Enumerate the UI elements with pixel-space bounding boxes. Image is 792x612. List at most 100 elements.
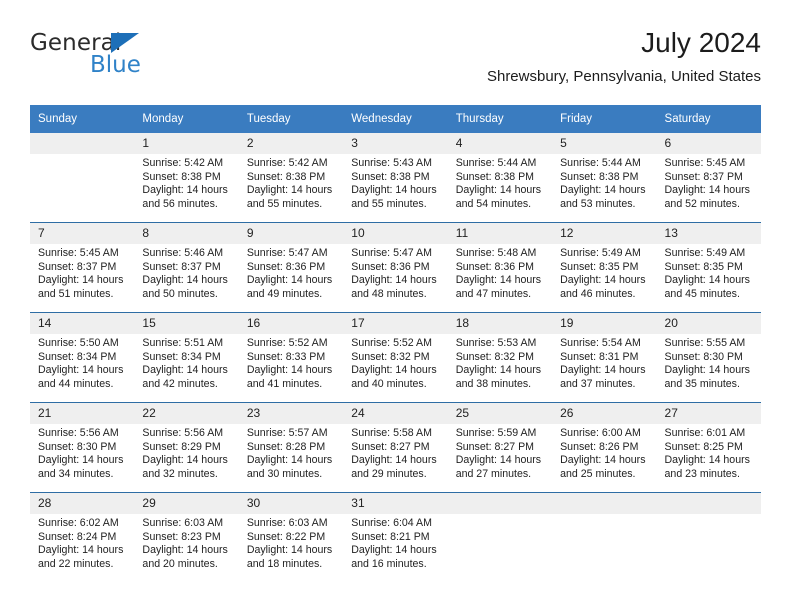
sunrise-text: Sunrise: 5:56 AM <box>142 427 224 439</box>
calendar-day-cell[interactable]: 25 Sunrise: 5:59 AM Sunset: 8:27 PM Dayligh… <box>447 402 553 493</box>
calendar-day-cell[interactable]: 11 Sunrise: 5:48 AM Sunset: 8:36 PM Dayligh… <box>447 222 553 313</box>
day-sun-info: Sunrise: 5:56 AM Sunset: 8:29 PM Daylight:… <box>134 424 238 481</box>
day-number: 2 <box>238 133 344 154</box>
day-number <box>30 133 135 154</box>
calendar-day-cell[interactable]: 26 Sunrise: 6:00 AM Sunset: 8:26 PM Dayligh… <box>552 402 657 493</box>
day-number: 11 <box>447 223 553 244</box>
sunrise-text: Sunrise: 5:52 AM <box>246 337 328 349</box>
daylight-text-line2: and 51 minutes. <box>38 287 114 300</box>
day-sun-info: Sunrise: 6:03 AM Sunset: 8:22 PM Daylight:… <box>239 514 343 571</box>
calendar-day-cell[interactable]: 19 Sunrise: 5:54 AM Sunset: 8:31 PM Dayligh… <box>552 312 657 403</box>
daylight-text-line2: and 53 minutes. <box>560 197 636 210</box>
calendar-day-cell[interactable]: 23 Sunrise: 5:57 AM Sunset: 8:28 PM Dayligh… <box>238 402 344 493</box>
daylight-text-line1: Daylight: 14 hours <box>664 184 750 197</box>
calendar-day-cell[interactable]: 30 Sunrise: 6:03 AM Sunset: 8:22 PM Dayligh… <box>238 492 344 582</box>
calendar-day-cell[interactable]: 28 Sunrise: 6:02 AM Sunset: 8:24 PM Dayligh… <box>30 492 135 582</box>
calendar-day-cell[interactable]: 2 Sunrise: 5:42 AM Sunset: 8:38 PM Daylight… <box>238 133 344 223</box>
day-sun-info <box>30 154 134 157</box>
daylight-text-line1: Daylight: 14 hours <box>455 274 542 287</box>
sunrise-text: Sunrise: 5:44 AM <box>560 157 641 169</box>
day-number: 1 <box>134 133 239 154</box>
sunrise-text: Sunrise: 5:44 AM <box>455 157 537 169</box>
calendar-day-cell[interactable]: 9 Sunrise: 5:47 AM Sunset: 8:36 PM Daylight… <box>238 222 344 313</box>
sunset-text: Sunset: 8:36 PM <box>351 260 430 273</box>
calendar-day-cell[interactable]: 31 Sunrise: 6:04 AM Sunset: 8:21 PM Dayligh… <box>343 492 448 582</box>
weekday-header-friday: Friday <box>552 105 657 133</box>
calendar-day-cell[interactable]: 21 Sunrise: 5:56 AM Sunset: 8:30 PM Dayligh… <box>30 402 135 493</box>
calendar-day-cell[interactable]: 4 Sunrise: 5:44 AM Sunset: 8:38 PM Daylight… <box>447 133 553 223</box>
calendar-empty-cell <box>552 492 657 582</box>
daylight-text-line1: Daylight: 14 hours <box>142 544 228 557</box>
day-number: 26 <box>552 403 657 424</box>
calendar-empty-cell <box>656 492 761 582</box>
daylight-text-line2: and 30 minutes. <box>246 467 323 480</box>
sunset-text: Sunset: 8:37 PM <box>38 260 117 273</box>
day-sun-info: Sunrise: 5:56 AM Sunset: 8:30 PM Daylight:… <box>30 424 134 481</box>
sunset-text: Sunset: 8:29 PM <box>142 440 221 453</box>
sunset-text: Sunset: 8:32 PM <box>351 350 430 363</box>
sunrise-text: Sunrise: 5:53 AM <box>455 337 537 349</box>
calendar-day-cell[interactable]: 6 Sunrise: 5:45 AM Sunset: 8:37 PM Daylight… <box>656 133 761 223</box>
day-number: 20 <box>656 313 761 334</box>
daylight-text-line2: and 56 minutes. <box>142 197 218 210</box>
calendar-day-cell[interactable]: 22 Sunrise: 5:56 AM Sunset: 8:29 PM Dayligh… <box>134 402 239 493</box>
day-sun-info: Sunrise: 5:50 AM Sunset: 8:34 PM Daylight:… <box>30 334 134 391</box>
sunset-text: Sunset: 8:30 PM <box>38 440 117 453</box>
day-number: 27 <box>656 403 761 424</box>
sunrise-text: Sunrise: 6:02 AM <box>38 517 119 529</box>
sunrise-text: Sunrise: 5:56 AM <box>38 427 119 439</box>
daylight-text-line2: and 55 minutes. <box>351 197 427 210</box>
day-number <box>656 493 761 514</box>
daylight-text-line1: Daylight: 14 hours <box>351 544 437 557</box>
sunset-text: Sunset: 8:26 PM <box>560 440 639 453</box>
calendar-day-cell[interactable]: 13 Sunrise: 5:49 AM Sunset: 8:35 PM Dayligh… <box>656 222 761 313</box>
weekday-header-saturday: Saturday <box>656 105 761 133</box>
daylight-text-line2: and 25 minutes. <box>560 467 636 480</box>
day-sun-info: Sunrise: 5:51 AM Sunset: 8:34 PM Daylight:… <box>134 334 238 391</box>
calendar-day-cell[interactable]: 10 Sunrise: 5:47 AM Sunset: 8:36 PM Dayligh… <box>343 222 448 313</box>
calendar-day-cell[interactable]: 17 Sunrise: 5:52 AM Sunset: 8:32 PM Dayligh… <box>343 312 448 403</box>
daylight-text-line1: Daylight: 14 hours <box>455 454 542 467</box>
calendar-day-cell[interactable]: 14 Sunrise: 5:50 AM Sunset: 8:34 PM Dayligh… <box>30 312 135 403</box>
sunset-text: Sunset: 8:24 PM <box>38 530 117 543</box>
sunrise-text: Sunrise: 6:00 AM <box>560 427 641 439</box>
calendar-day-cell[interactable]: 27 Sunrise: 6:01 AM Sunset: 8:25 PM Dayligh… <box>656 402 761 493</box>
day-sun-info: Sunrise: 6:03 AM Sunset: 8:23 PM Daylight:… <box>134 514 238 571</box>
daylight-text-line2: and 34 minutes. <box>38 467 114 480</box>
sunrise-text: Sunrise: 5:59 AM <box>455 427 537 439</box>
general-blue-logo: General Blue <box>30 30 210 82</box>
sunrise-text: Sunrise: 5:50 AM <box>38 337 119 349</box>
calendar-day-cell[interactable]: 1 Sunrise: 5:42 AM Sunset: 8:38 PM Daylight… <box>134 133 239 223</box>
sunrise-text: Sunrise: 5:47 AM <box>246 247 328 259</box>
day-sun-info: Sunrise: 5:57 AM Sunset: 8:28 PM Daylight:… <box>239 424 343 481</box>
daylight-text-line1: Daylight: 14 hours <box>246 454 333 467</box>
calendar-day-cell[interactable]: 5 Sunrise: 5:44 AM Sunset: 8:38 PM Daylight… <box>552 133 657 223</box>
daylight-text-line1: Daylight: 14 hours <box>246 184 333 197</box>
calendar-day-cell[interactable]: 20 Sunrise: 5:55 AM Sunset: 8:30 PM Dayligh… <box>656 312 761 403</box>
sunrise-text: Sunrise: 5:45 AM <box>664 157 746 169</box>
sunrise-text: Sunrise: 5:58 AM <box>351 427 432 439</box>
day-sun-info: Sunrise: 5:52 AM Sunset: 8:32 PM Daylight:… <box>343 334 447 391</box>
calendar-day-cell[interactable]: 18 Sunrise: 5:53 AM Sunset: 8:32 PM Dayligh… <box>447 312 553 403</box>
calendar-day-cell[interactable]: 16 Sunrise: 5:52 AM Sunset: 8:33 PM Dayligh… <box>238 312 344 403</box>
daylight-text-line2: and 29 minutes. <box>351 467 427 480</box>
calendar-day-cell[interactable]: 12 Sunrise: 5:49 AM Sunset: 8:35 PM Dayligh… <box>552 222 657 313</box>
calendar-day-cell[interactable]: 3 Sunrise: 5:43 AM Sunset: 8:38 PM Daylight… <box>343 133 448 223</box>
day-number: 3 <box>343 133 448 154</box>
calendar-day-cell[interactable]: 8 Sunrise: 5:46 AM Sunset: 8:37 PM Daylight… <box>134 222 239 313</box>
day-number: 9 <box>238 223 344 244</box>
day-sun-info: Sunrise: 5:52 AM Sunset: 8:33 PM Daylight:… <box>239 334 343 391</box>
sunrise-text: Sunrise: 5:49 AM <box>664 247 746 259</box>
daylight-text-line2: and 49 minutes. <box>246 287 323 300</box>
daylight-text-line2: and 38 minutes. <box>455 377 532 390</box>
weekday-header-row: Sunday Monday Tuesday Wednesday Thursday… <box>30 105 761 133</box>
calendar-day-cell[interactable]: 24 Sunrise: 5:58 AM Sunset: 8:27 PM Dayligh… <box>343 402 448 493</box>
day-sun-info: Sunrise: 6:01 AM Sunset: 8:25 PM Daylight:… <box>657 424 761 481</box>
daylight-text-line2: and 32 minutes. <box>142 467 218 480</box>
calendar-day-cell[interactable]: 15 Sunrise: 5:51 AM Sunset: 8:34 PM Dayligh… <box>134 312 239 403</box>
day-sun-info: Sunrise: 5:53 AM Sunset: 8:32 PM Daylight:… <box>448 334 552 391</box>
calendar-day-cell[interactable]: 7 Sunrise: 5:45 AM Sunset: 8:37 PM Daylight… <box>30 222 135 313</box>
calendar-week-row: 14 Sunrise: 5:50 AM Sunset: 8:34 PM Dayligh… <box>30 312 761 403</box>
calendar-day-cell[interactable]: 29 Sunrise: 6:03 AM Sunset: 8:23 PM Dayligh… <box>134 492 239 582</box>
sunrise-text: Sunrise: 5:46 AM <box>142 247 224 259</box>
